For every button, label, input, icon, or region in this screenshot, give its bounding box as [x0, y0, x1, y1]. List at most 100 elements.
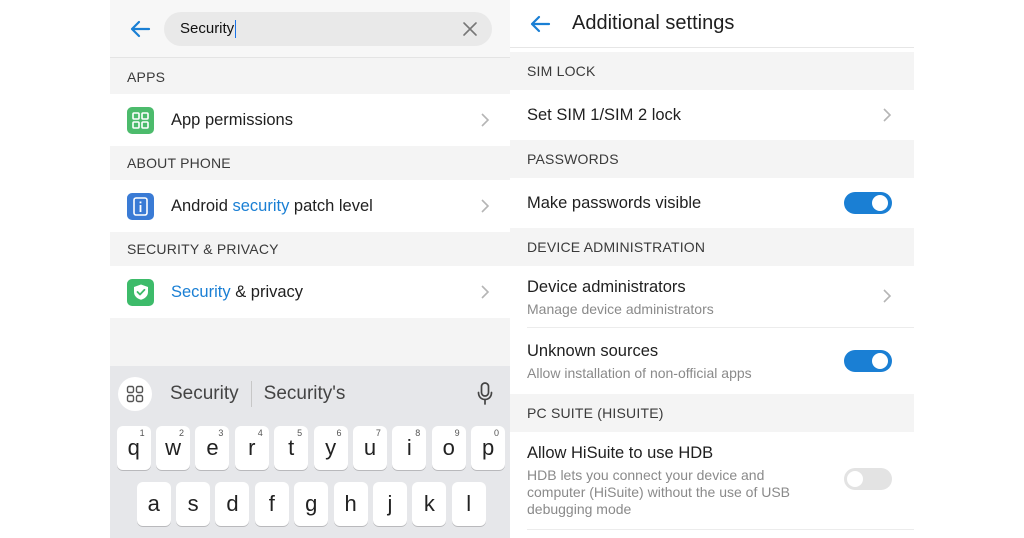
page-title: Additional settings — [572, 12, 735, 34]
toggle-knob — [872, 195, 888, 211]
key-number-hint: 7 — [375, 428, 381, 438]
app-bar: Additional settings — [510, 0, 914, 48]
key-number-hint: 0 — [494, 428, 500, 438]
setting-sim-lock[interactable]: Set SIM 1/SIM 2 lock — [510, 90, 914, 140]
key-label: w — [165, 435, 181, 460]
key-g[interactable]: g — [294, 482, 329, 526]
key-number-hint: 4 — [257, 428, 263, 438]
section-header-about-phone: ABOUT PHONE — [110, 146, 510, 180]
result-label: Android security patch level — [171, 197, 373, 216]
setting-label: Device administrators — [527, 278, 686, 296]
setting-device-administrators[interactable]: Device administrators Manage device admi… — [510, 266, 914, 328]
key-number-hint: 8 — [415, 428, 421, 438]
key-l[interactable]: l — [451, 482, 486, 526]
key-w[interactable]: 2w — [156, 426, 191, 470]
key-number-hint: 3 — [218, 428, 224, 438]
search-highlight: security — [232, 196, 290, 215]
search-settings-screen: Security APPS App permissions ABOUT PHON… — [110, 0, 510, 538]
suggestion-word-1[interactable]: Security — [170, 383, 239, 405]
setting-unknown-sources[interactable]: Unknown sources Allow installation of no… — [510, 328, 914, 394]
key-i[interactable]: 8i — [392, 426, 427, 470]
suggestion-strip: Security Security's — [110, 366, 510, 422]
key-number-hint: 1 — [139, 428, 145, 438]
back-button[interactable] — [126, 15, 154, 43]
back-button[interactable] — [526, 10, 554, 38]
grid-icon — [126, 385, 144, 403]
section-header-passwords: PASSWORDS — [510, 140, 914, 178]
text-cursor — [235, 19, 237, 38]
close-icon[interactable] — [460, 19, 480, 39]
unknown-sources-toggle[interactable] — [844, 350, 892, 372]
search-input-value: Security — [180, 20, 235, 37]
setting-passwords-visible[interactable]: Make passwords visible — [510, 178, 914, 228]
key-label: e — [206, 435, 219, 460]
key-j[interactable]: j — [372, 482, 407, 526]
setting-hisuite-hdb[interactable]: Allow HiSuite to use HDB HDB lets you co… — [510, 432, 914, 530]
setting-summary: Manage device administrators — [527, 301, 714, 317]
key-label: u — [363, 435, 377, 460]
result-label-part: Android — [171, 196, 233, 215]
microphone-icon[interactable] — [476, 382, 494, 406]
toggle-knob — [847, 471, 863, 487]
arrow-left-icon — [530, 15, 551, 32]
key-h[interactable]: h — [333, 482, 368, 526]
result-label-part: & privacy — [230, 282, 304, 301]
chevron-right-icon — [481, 285, 490, 299]
section-header-security-privacy: SECURITY & PRIVACY — [110, 232, 510, 266]
shield-check-icon — [127, 278, 154, 306]
key-y[interactable]: 6y — [313, 426, 348, 470]
section-header-pc-suite: PC SUITE (HISUITE) — [510, 394, 914, 432]
key-label: t — [288, 435, 295, 460]
key-label: i — [406, 435, 412, 460]
key-label: p — [481, 435, 495, 460]
key-u[interactable]: 7u — [352, 426, 387, 470]
key-f[interactable]: f — [254, 482, 289, 526]
suggestion-word-2[interactable]: Security's — [264, 383, 346, 405]
search-toolbar: Security — [110, 0, 510, 58]
key-s[interactable]: s — [176, 482, 211, 526]
result-label: App permissions — [171, 110, 293, 129]
chevron-right-icon — [481, 113, 490, 127]
key-q[interactable]: 1q — [116, 426, 151, 470]
setting-summary: HDB lets you connect your device and com… — [527, 467, 791, 517]
setting-label: Allow HiSuite to use HDB — [527, 444, 714, 462]
key-p[interactable]: 0p — [471, 426, 506, 470]
chevron-right-icon — [883, 108, 892, 122]
row-divider — [527, 529, 914, 530]
key-e[interactable]: 3e — [195, 426, 230, 470]
key-number-hint: 2 — [179, 428, 185, 438]
additional-settings-screen: Additional settings SIM LOCK Set SIM 1/S… — [510, 0, 914, 538]
search-highlight: Security — [171, 282, 231, 301]
section-header-apps: APPS — [110, 60, 510, 94]
key-k[interactable]: k — [412, 482, 447, 526]
result-label: Security & privacy — [171, 283, 303, 302]
key-o[interactable]: 9o — [431, 426, 466, 470]
toggle-knob — [872, 353, 888, 369]
info-icon — [127, 192, 154, 220]
search-input[interactable]: Security — [164, 11, 492, 46]
key-d[interactable]: d — [215, 482, 250, 526]
section-header-sim-lock: SIM LOCK — [510, 52, 914, 90]
key-a[interactable]: a — [136, 482, 171, 526]
key-number-hint: 5 — [297, 428, 303, 438]
result-security-patch-level[interactable]: Android security patch level — [110, 180, 510, 232]
keyboard-row-2: asdfghjkl — [134, 482, 488, 526]
key-t[interactable]: 5t — [274, 426, 309, 470]
chevron-right-icon — [481, 199, 490, 213]
key-number-hint: 9 — [454, 428, 460, 438]
section-header-device-administration: DEVICE ADMINISTRATION — [510, 228, 914, 266]
passwords-visible-toggle[interactable] — [844, 192, 892, 214]
result-label-part: patch level — [289, 196, 373, 215]
setting-label: Make passwords visible — [527, 193, 702, 212]
result-app-permissions[interactable]: App permissions — [110, 94, 510, 146]
key-label: o — [442, 435, 455, 460]
result-security-privacy[interactable]: Security & privacy — [110, 266, 510, 318]
setting-label: Set SIM 1/SIM 2 lock — [527, 105, 682, 124]
key-label: r — [248, 435, 256, 460]
hisuite-hdb-toggle[interactable] — [844, 468, 892, 490]
key-r[interactable]: 4r — [234, 426, 269, 470]
apps-grid-icon — [127, 106, 154, 134]
chevron-right-icon — [883, 289, 892, 303]
keyboard-menu-button[interactable] — [118, 377, 152, 411]
keyboard-row-1: 1q2w3e4r5t6y7u8i9o0p — [114, 426, 508, 470]
